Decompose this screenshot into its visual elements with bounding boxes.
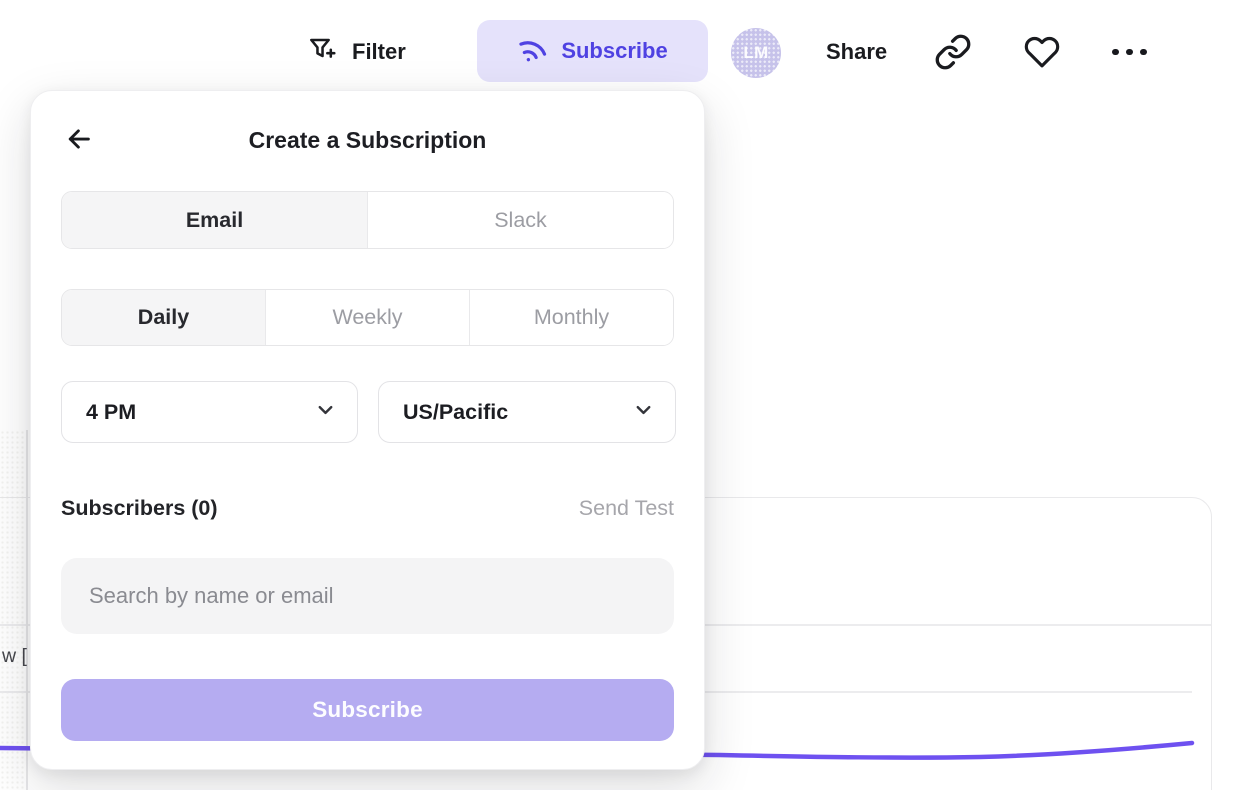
copy-link-button[interactable] <box>934 33 972 76</box>
app-canvas: w [ Filter Subscribe LM Shar <box>0 0 1234 790</box>
tab-monthly[interactable]: Monthly <box>469 290 673 345</box>
subscribers-row: Subscribers (0) Send Test <box>61 494 674 522</box>
more-options-button[interactable] <box>1112 30 1147 74</box>
chevron-down-icon <box>632 398 655 426</box>
share-button[interactable]: Share <box>826 30 887 74</box>
send-test-button[interactable]: Send Test <box>579 496 674 521</box>
time-select-value: 4 PM <box>86 400 136 425</box>
clipped-row-label: w [ <box>2 645 27 668</box>
link-icon <box>934 33 972 76</box>
chevron-down-icon <box>314 398 337 426</box>
ellipsis-icon <box>1112 49 1119 56</box>
tab-daily[interactable]: Daily <box>62 290 265 345</box>
favorite-button[interactable] <box>1024 34 1060 75</box>
subscribe-toolbar-label: Subscribe <box>561 38 667 64</box>
filter-plus-icon <box>306 34 338 71</box>
subscriber-search-input[interactable] <box>61 558 674 634</box>
subscribers-count-label: Subscribers (0) <box>61 496 218 521</box>
user-avatar[interactable]: LM <box>731 28 781 78</box>
subscriber-search <box>61 558 674 634</box>
modal-title: Create a Subscription <box>31 127 704 154</box>
filter-label: Filter <box>352 39 406 65</box>
tab-email[interactable]: Email <box>62 192 367 248</box>
heart-icon <box>1024 34 1060 75</box>
tab-slack[interactable]: Slack <box>367 192 673 248</box>
share-label: Share <box>826 39 887 65</box>
channel-tab-group: Email Slack <box>61 191 674 249</box>
rss-icon <box>517 33 548 69</box>
filter-button[interactable]: Filter <box>306 30 406 74</box>
timezone-select[interactable]: US/Pacific <box>378 381 676 443</box>
subscribe-submit-button[interactable]: Subscribe <box>61 679 674 741</box>
timezone-select-value: US/Pacific <box>403 400 508 425</box>
frequency-tab-group: Daily Weekly Monthly <box>61 289 674 346</box>
tab-weekly[interactable]: Weekly <box>265 290 469 345</box>
time-select[interactable]: 4 PM <box>61 381 358 443</box>
avatar-initials: LM <box>743 43 768 63</box>
ellipsis-icon <box>1140 49 1147 56</box>
create-subscription-modal: Create a Subscription Email Slack Daily … <box>30 90 705 770</box>
subscribe-toolbar-button[interactable]: Subscribe <box>477 20 708 82</box>
ellipsis-icon <box>1126 49 1133 56</box>
